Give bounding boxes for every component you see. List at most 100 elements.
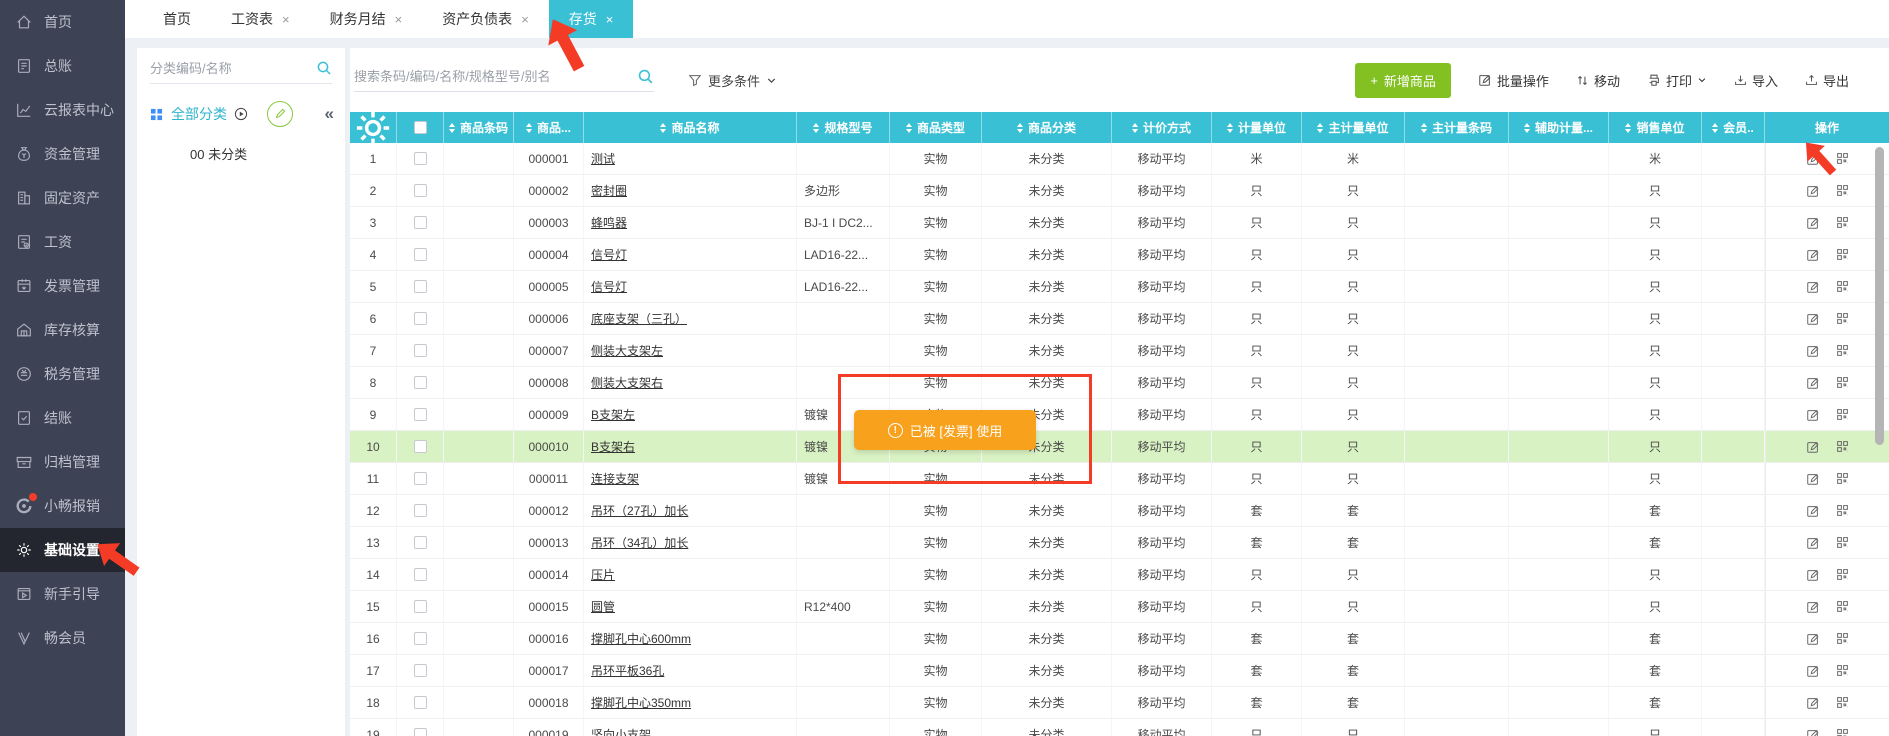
edit-icon[interactable] xyxy=(1806,568,1820,582)
edit-icon[interactable] xyxy=(1806,184,1820,198)
column-header-1[interactable]: 商品... xyxy=(514,112,584,143)
qrcode-icon[interactable] xyxy=(1836,184,1849,197)
edit-icon[interactable] xyxy=(1806,696,1820,710)
batch-operations-button[interactable]: 批量操作 xyxy=(1478,71,1549,90)
qrcode-icon[interactable] xyxy=(1836,376,1849,389)
qrcode-icon[interactable] xyxy=(1836,408,1849,421)
tab-3[interactable]: 资产负债表× xyxy=(422,0,549,38)
export-button[interactable]: 导出 xyxy=(1805,71,1849,90)
product-name-link[interactable]: B支架右 xyxy=(591,438,635,455)
category-root-label[interactable]: 全部分类 xyxy=(171,104,227,124)
print-button[interactable]: 打印 xyxy=(1647,71,1707,90)
column-header-3[interactable]: 规格型号 xyxy=(797,112,890,143)
sidebar-item-tax[interactable]: 税务管理 xyxy=(0,352,125,396)
sidebar-item-invoice[interactable]: 发票管理 xyxy=(0,264,125,308)
product-search-input[interactable] xyxy=(354,69,637,84)
column-settings-gear-icon[interactable] xyxy=(350,112,397,143)
sidebar-item-funds[interactable]: 资金管理 xyxy=(0,132,125,176)
qrcode-icon[interactable] xyxy=(1836,216,1849,229)
column-header-13[interactable]: 操作 xyxy=(1765,112,1889,143)
sidebar-item-payroll[interactable]: 工资 xyxy=(0,220,125,264)
qrcode-icon[interactable] xyxy=(1836,504,1849,517)
product-name-link[interactable]: 竖向小支架 xyxy=(591,726,651,736)
row-checkbox[interactable] xyxy=(414,440,427,453)
row-checkbox[interactable] xyxy=(414,184,427,197)
row-checkbox[interactable] xyxy=(414,696,427,709)
sidebar-item-inventory[interactable]: 库存核算 xyxy=(0,308,125,352)
sidebar-item-ledger[interactable]: 总账 xyxy=(0,44,125,88)
sort-icon[interactable] xyxy=(449,123,455,133)
qrcode-icon[interactable] xyxy=(1836,728,1849,736)
row-checkbox[interactable] xyxy=(414,344,427,357)
row-checkbox[interactable] xyxy=(414,312,427,325)
column-header-4[interactable]: 商品类型 xyxy=(890,112,982,143)
search-icon[interactable] xyxy=(637,68,654,85)
move-button[interactable]: 移动 xyxy=(1576,71,1620,90)
category-search-input[interactable] xyxy=(150,61,316,76)
edit-icon[interactable] xyxy=(1806,664,1820,678)
product-name-link[interactable]: 吊环（27孔）加长 xyxy=(591,502,688,519)
sort-icon[interactable] xyxy=(906,123,912,133)
qrcode-icon[interactable] xyxy=(1836,632,1849,645)
product-name-link[interactable]: 测试 xyxy=(591,150,615,167)
edit-icon[interactable] xyxy=(1806,376,1820,390)
vertical-scrollbar[interactable] xyxy=(1875,147,1884,445)
column-header-7[interactable]: 计量单位 xyxy=(1212,112,1302,143)
row-checkbox[interactable] xyxy=(414,472,427,485)
tab-0[interactable]: 首页 xyxy=(143,0,211,38)
product-name-link[interactable]: 底座支架（三孔） xyxy=(591,310,687,327)
row-checkbox[interactable] xyxy=(414,632,427,645)
qrcode-icon[interactable] xyxy=(1836,568,1849,581)
row-checkbox[interactable] xyxy=(414,408,427,421)
row-checkbox[interactable] xyxy=(414,536,427,549)
product-name-link[interactable]: 连接支架 xyxy=(591,470,639,487)
column-header-0[interactable]: 商品条码 xyxy=(444,112,514,143)
qrcode-icon[interactable] xyxy=(1836,472,1849,485)
edit-icon[interactable] xyxy=(1806,440,1820,454)
qrcode-icon[interactable] xyxy=(1836,440,1849,453)
tab-1[interactable]: 工资表× xyxy=(211,0,310,38)
row-checkbox[interactable] xyxy=(414,728,427,736)
edit-icon[interactable] xyxy=(1806,632,1820,646)
sort-icon[interactable] xyxy=(1317,123,1323,133)
sort-icon[interactable] xyxy=(1227,123,1233,133)
edit-category-button[interactable] xyxy=(267,101,293,127)
product-name-link[interactable]: 撑脚孔中心600mm xyxy=(591,630,691,647)
close-icon[interactable]: × xyxy=(521,13,529,26)
column-header-2[interactable]: 商品名称 xyxy=(584,112,797,143)
close-icon[interactable]: × xyxy=(282,13,290,26)
edit-icon[interactable] xyxy=(1806,472,1820,486)
edit-icon[interactable] xyxy=(1806,536,1820,550)
column-header-5[interactable]: 商品分类 xyxy=(982,112,1112,143)
product-name-link[interactable]: 吊环（34孔）加长 xyxy=(591,534,688,551)
edit-icon[interactable] xyxy=(1806,216,1820,230)
import-button[interactable]: 导入 xyxy=(1734,71,1778,90)
sidebar-item-closing[interactable]: 结账 xyxy=(0,396,125,440)
qrcode-icon[interactable] xyxy=(1836,312,1849,325)
sort-icon[interactable] xyxy=(1524,123,1530,133)
edit-icon[interactable] xyxy=(1806,504,1820,518)
column-header-6[interactable]: 计价方式 xyxy=(1112,112,1212,143)
edit-icon[interactable] xyxy=(1806,728,1820,736)
row-checkbox[interactable] xyxy=(414,216,427,229)
product-name-link[interactable]: 压片 xyxy=(591,566,615,583)
close-icon[interactable]: × xyxy=(395,13,403,26)
sort-icon[interactable] xyxy=(1421,123,1427,133)
search-icon[interactable] xyxy=(316,60,332,76)
row-checkbox[interactable] xyxy=(414,568,427,581)
close-icon[interactable]: × xyxy=(606,13,614,26)
qrcode-icon[interactable] xyxy=(1836,664,1849,677)
product-name-link[interactable]: 蜂鸣器 xyxy=(591,214,627,231)
edit-icon[interactable] xyxy=(1806,312,1820,326)
add-product-button[interactable]: + 新增商品 xyxy=(1355,63,1451,98)
sort-icon[interactable] xyxy=(1712,123,1718,133)
qrcode-icon[interactable] xyxy=(1836,344,1849,357)
sidebar-item-member[interactable]: 畅会员 xyxy=(0,616,125,660)
sidebar-item-reimburse[interactable]: 小畅报销 xyxy=(0,484,125,528)
row-checkbox[interactable] xyxy=(414,504,427,517)
product-name-link[interactable]: 信号灯 xyxy=(591,246,627,263)
row-checkbox[interactable] xyxy=(414,664,427,677)
category-node[interactable]: 00 未分类 xyxy=(150,144,332,163)
play-circle-icon[interactable] xyxy=(234,107,248,121)
edit-icon[interactable] xyxy=(1806,248,1820,262)
